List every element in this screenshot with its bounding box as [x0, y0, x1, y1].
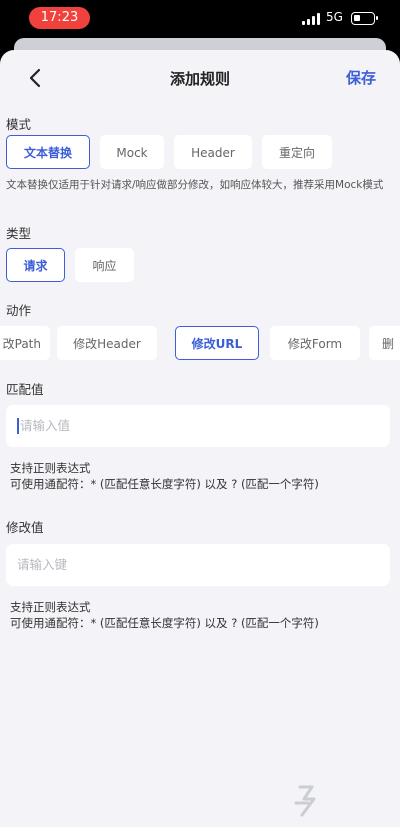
modify-value-input[interactable]: 请输入键	[6, 544, 390, 586]
status-bar: 17:23 5G	[0, 0, 400, 38]
battery-icon	[351, 12, 378, 25]
action-option-header[interactable]: 修改Header	[57, 326, 157, 360]
page-title: 添加规则	[169, 70, 230, 88]
action-option-form[interactable]: 修改Form	[270, 326, 360, 360]
mode-option-mock[interactable]: Mock	[100, 135, 164, 169]
action-options: 改Path 修改Header 修改URL 修改Form 删	[0, 326, 400, 360]
type-option-response[interactable]: 响应	[75, 248, 134, 282]
text-caret	[17, 418, 19, 434]
modify-value-help-wildcard: 可使用通配符：* (匹配任意长度字符) 以及 ? (匹配一个字符)	[10, 616, 319, 630]
action-option-url[interactable]: 修改URL	[175, 326, 259, 360]
type-label: 类型	[6, 226, 32, 241]
network-type: 5G	[326, 10, 343, 24]
match-value-help-wildcard: 可使用通配符：* (匹配任意长度字符) 以及 ? (匹配一个字符)	[10, 477, 319, 491]
match-value-input[interactable]: 请输入值	[6, 405, 390, 447]
mode-option-redirect[interactable]: 重定向	[262, 135, 332, 169]
match-value-help-regex: 支持正则表达式	[10, 461, 91, 475]
signal-icon	[302, 13, 320, 25]
mode-option-header[interactable]: Header	[174, 135, 252, 169]
action-option-path[interactable]: 改Path	[0, 326, 50, 360]
mode-option-text-replace[interactable]: 文本替换	[6, 135, 90, 169]
add-rule-sheet: 添加规则 保存 模式 文本替换 Mock Header 重定向 文本替换仅适用于…	[0, 50, 400, 827]
mode-label: 模式	[6, 117, 32, 132]
nav-bar: 添加规则 保存	[0, 50, 400, 106]
battery-level	[354, 15, 360, 21]
save-button[interactable]: 保存	[346, 67, 376, 88]
modify-value-help: 支持正则表达式 可使用通配符：* (匹配任意长度字符) 以及 ? (匹配一个字符…	[10, 599, 390, 631]
match-value-label: 匹配值	[6, 382, 44, 397]
modify-value-label: 修改值	[6, 520, 44, 535]
watermark-logo	[294, 785, 316, 817]
modify-value-help-regex: 支持正则表达式	[10, 600, 91, 614]
action-option-delete[interactable]: 删	[369, 326, 400, 360]
match-value-help: 支持正则表达式 可使用通配符：* (匹配任意长度字符) 以及 ? (匹配一个字符…	[10, 460, 390, 492]
status-time: 17:23	[29, 7, 90, 29]
match-value-placeholder: 请输入值	[20, 418, 71, 433]
modify-value-placeholder: 请输入键	[17, 557, 68, 572]
mode-hint: 文本替换仅适用于针对请求/响应做部分修改，如响应体较大，推荐采用Mock模式	[6, 179, 384, 191]
type-option-request[interactable]: 请求	[6, 248, 65, 282]
action-label: 动作	[6, 303, 32, 318]
